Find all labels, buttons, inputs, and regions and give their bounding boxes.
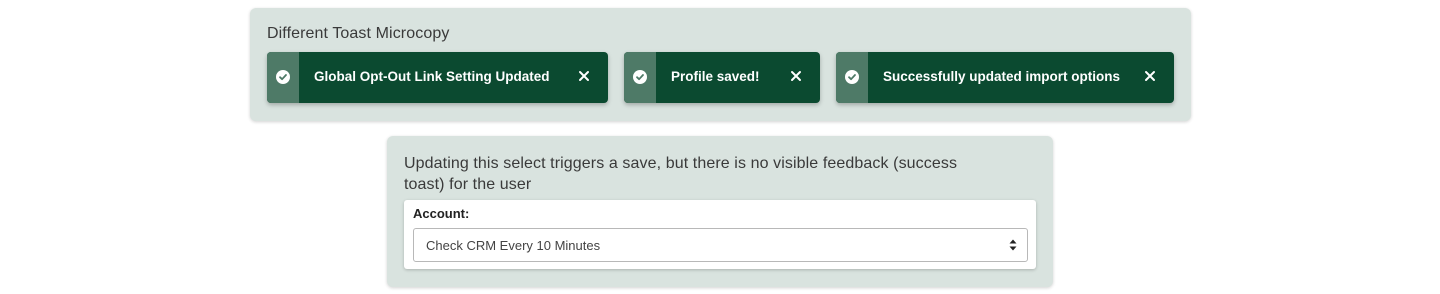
toast-icon-strip <box>267 52 299 103</box>
select-feedback-panel: Updating this select triggers a save, bu… <box>387 136 1053 287</box>
panel-title: Different Toast Microcopy <box>267 25 450 42</box>
toast-icon-strip <box>624 52 656 103</box>
toast-microcopy-panel: Different Toast Microcopy Global Opt-Out… <box>250 8 1191 121</box>
toast-profile-saved: Profile saved! <box>624 52 820 103</box>
toast-opt-out-updated: Global Opt-Out Link Setting Updated <box>267 52 608 103</box>
close-icon[interactable] <box>1141 67 1159 85</box>
close-icon[interactable] <box>787 67 805 85</box>
check-circle-icon <box>633 70 647 84</box>
toast-message: Global Opt-Out Link Setting Updated <box>314 69 550 84</box>
panel-title: Updating this select triggers a save, bu… <box>404 155 958 193</box>
toast-message: Profile saved! <box>671 69 760 84</box>
account-select-value: Check CRM Every 10 Minutes <box>426 238 601 253</box>
check-circle-icon <box>276 70 290 84</box>
account-field-card: Account: Check CRM Every 10 Minutes <box>404 200 1036 269</box>
toast-icon-strip <box>836 52 868 103</box>
account-label: Account: <box>413 206 470 221</box>
toast-import-options-updated: Successfully updated import options <box>836 52 1174 103</box>
account-select[interactable]: Check CRM Every 10 Minutes <box>413 228 1028 262</box>
select-arrows-icon <box>1009 238 1017 257</box>
close-icon[interactable] <box>575 67 593 85</box>
check-circle-icon <box>845 70 859 84</box>
toast-message: Successfully updated import options <box>883 69 1121 84</box>
